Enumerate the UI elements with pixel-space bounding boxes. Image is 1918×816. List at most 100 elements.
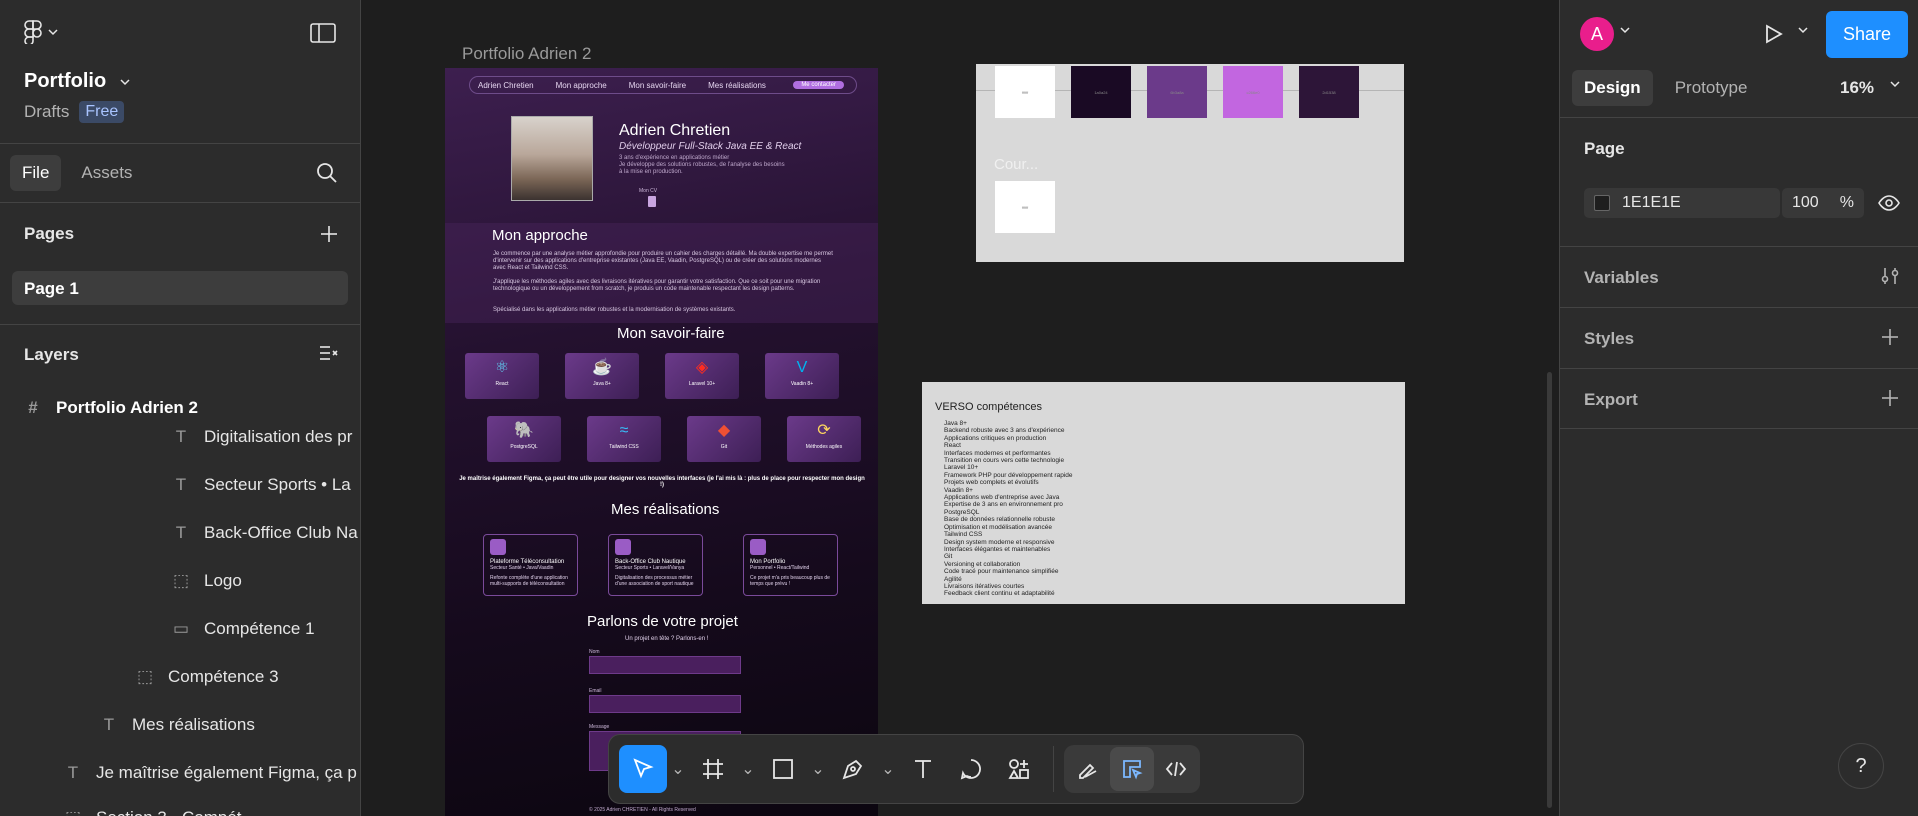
portfolio-frame[interactable]: Adrien Chretien Mon approche Mon savoir-…	[445, 68, 878, 816]
mode-switcher	[1064, 745, 1200, 793]
divider	[1560, 117, 1918, 118]
skill-card: V Vaadin 8+	[765, 353, 839, 399]
verso-line: PostgreSQL	[944, 508, 980, 516]
code-icon	[1165, 761, 1187, 777]
verso-frame[interactable]: VERSO compétences Java 8+ Backend robuste…	[922, 382, 1405, 604]
background-color-field[interactable]: 1E1E1E	[1584, 188, 1780, 218]
profile-photo	[511, 116, 593, 201]
pen-tool-button[interactable]	[829, 745, 877, 793]
layer-item[interactable]: ⬚ Compétence 3	[136, 667, 279, 687]
opacity-value[interactable]: 100	[1792, 194, 1819, 212]
portfolio-intro: 3 ans d'expérience en applications métie…	[619, 155, 785, 175]
realisation-card: Plateforme Téléconsultation Secteur Sant…	[483, 534, 578, 596]
chevron-down-icon[interactable]	[1798, 26, 1808, 34]
verso-line: Tailwind CSS	[944, 531, 983, 539]
project-name-button[interactable]: Portfolio	[24, 70, 130, 93]
layers-list-icon[interactable]	[318, 343, 340, 363]
portfolio-name: Adrien Chretien	[619, 122, 731, 139]
main-menu-button[interactable]	[24, 20, 58, 44]
realisation-card: Mon Portfolio Personnel • React/Tailwind…	[743, 534, 838, 596]
dev-mode-button[interactable]	[1154, 747, 1198, 791]
shape-tool-button[interactable]	[759, 745, 807, 793]
layer-item[interactable]: ▭ Compétence 1	[172, 619, 315, 639]
layer-item[interactable]: ⬚ Section 3 - Compét	[64, 808, 242, 816]
verso-line: Java 8+	[944, 420, 967, 427]
canvas-scrollbar[interactable]	[1547, 372, 1552, 808]
cv-label: Mon CV	[639, 188, 658, 194]
skill-card: ◈ Laravel 10+	[665, 353, 739, 399]
variables-icon[interactable]	[1880, 266, 1900, 286]
divider	[0, 202, 360, 203]
comment-tool-button[interactable]	[947, 745, 995, 793]
divider	[1560, 428, 1918, 429]
page-section-title: Page	[1584, 139, 1625, 158]
tab-assets[interactable]: Assets	[69, 155, 144, 191]
verso-line: Framework PHP pour développement rapide	[944, 471, 1073, 479]
tab-file[interactable]: File	[10, 155, 62, 191]
chevron-down-icon[interactable]	[1620, 26, 1630, 34]
tab-prototype[interactable]: Prototype	[1663, 70, 1760, 106]
project-folder[interactable]: Drafts	[24, 102, 69, 122]
tab-design[interactable]: Design	[1572, 70, 1653, 106]
git-icon: ◆	[717, 422, 731, 439]
layer-root[interactable]: # Portfolio Adrien 2	[24, 398, 198, 418]
share-button[interactable]: Share	[1826, 11, 1908, 58]
layer-item[interactable]: T Mes réalisations	[100, 715, 255, 735]
approach-p3: Spécialisé dans les applications métier …	[493, 307, 736, 313]
approach-title: Mon approche	[492, 227, 588, 244]
chevron-down-icon[interactable]: ⌄	[737, 759, 759, 779]
layer-item[interactable]: ⬚ Logo	[172, 571, 242, 591]
frame-tool-button[interactable]	[689, 745, 737, 793]
actions-tool-button[interactable]	[995, 745, 1043, 793]
skill-card: ≈ Tailwind CSS	[587, 416, 661, 462]
text-icon: T	[67, 763, 79, 782]
approach-p1: Je commence par une analyse métier appro…	[493, 251, 833, 271]
colors-frame[interactable]: ffffff 1a0a24 6b3a8a c266e0 2d1538 Cour.…	[976, 64, 1404, 262]
frame-label[interactable]: Portfolio Adrien 2	[462, 44, 591, 64]
vaadin-icon: V	[796, 359, 808, 376]
java-icon: ☕	[592, 359, 612, 376]
skill-card: ◆ Git	[687, 416, 761, 462]
layer-label: Mes réalisations	[132, 715, 255, 734]
divider	[0, 324, 360, 325]
zoom-level[interactable]: 16%	[1840, 78, 1874, 98]
color-swatch[interactable]	[1594, 195, 1610, 211]
text-icon: T	[103, 715, 115, 734]
sidebar-toggle-icon[interactable]	[310, 22, 336, 44]
chevron-down-icon[interactable]: ⌄	[807, 759, 829, 779]
add-export-icon[interactable]	[1880, 388, 1900, 408]
background-opacity-field[interactable]: 100 %	[1782, 188, 1864, 218]
layer-item[interactable]: T Secteur Sports • La	[172, 475, 351, 495]
canvas[interactable]: Portfolio Adrien 2 Adrien Chretien Mon a…	[362, 0, 1559, 816]
layer-item[interactable]: T Je maîtrise également Figma, ça p	[64, 763, 357, 783]
plan-badge[interactable]: Free	[79, 101, 125, 123]
chevron-down-icon[interactable]	[1890, 80, 1900, 88]
present-icon[interactable]	[1762, 23, 1784, 45]
add-page-icon[interactable]	[318, 223, 340, 245]
page-item[interactable]: Page 1	[12, 271, 348, 305]
eye-icon[interactable]	[1878, 193, 1900, 213]
frame-icon	[703, 759, 723, 779]
design-mode-button[interactable]	[1110, 747, 1154, 791]
avatar[interactable]: A	[1580, 17, 1614, 51]
help-button[interactable]: ?	[1838, 743, 1884, 789]
layer-item[interactable]: T Digitalisation des pr	[172, 427, 353, 447]
right-tabs: Design Prototype	[1572, 70, 1759, 106]
verso-line: Backend robuste avec 3 ans d'expérience	[944, 427, 1065, 435]
chevron-down-icon[interactable]: ⌄	[667, 759, 689, 779]
bottom-toolbar: ⌄ ⌄ ⌄ ⌄	[608, 734, 1304, 804]
add-style-icon[interactable]	[1880, 327, 1900, 347]
verso-line: Projets web complets et évolutifs	[944, 479, 1039, 487]
project-location: Drafts Free	[24, 101, 125, 123]
verso-line: Optimisation et modélisation avancée	[944, 523, 1053, 531]
background-color-value[interactable]: 1E1E1E	[1622, 194, 1681, 212]
search-icon[interactable]	[316, 162, 338, 184]
layer-label: Logo	[204, 571, 242, 590]
draw-mode-button[interactable]	[1066, 747, 1110, 791]
text-tool-button[interactable]	[899, 745, 947, 793]
skill-card: 🐘 PostgreSQL	[487, 416, 561, 462]
layer-item[interactable]: T Back-Office Club Na	[172, 523, 358, 543]
move-tool-button[interactable]	[619, 745, 667, 793]
skill-card: ☕ Java 8+	[565, 353, 639, 399]
chevron-down-icon[interactable]: ⌄	[877, 759, 899, 779]
